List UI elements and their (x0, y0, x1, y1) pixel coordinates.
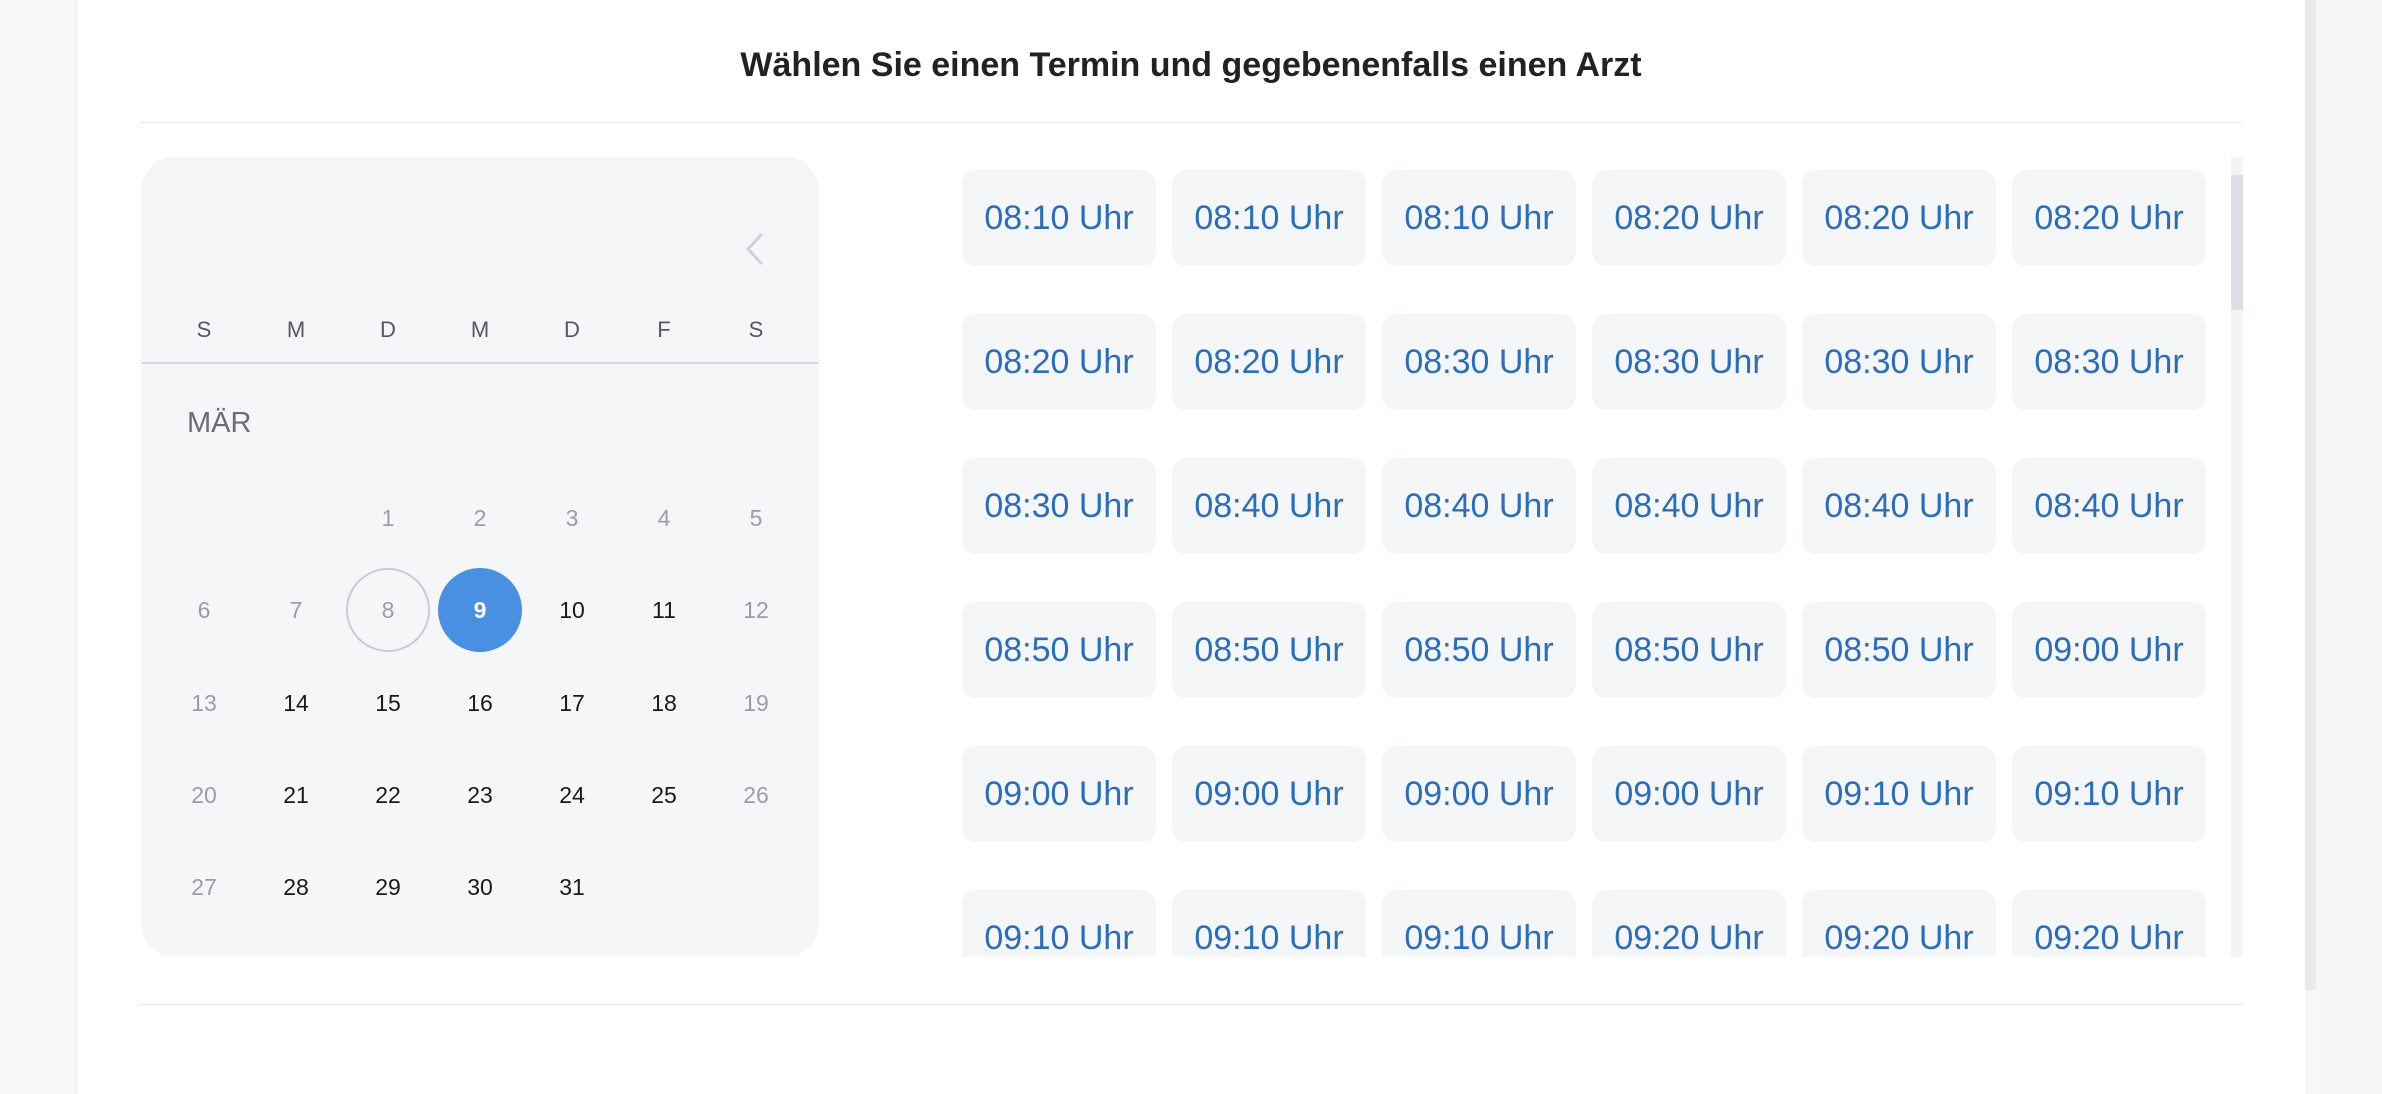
weekday-label: M (470, 317, 490, 342)
appointment-card: Wählen Sie einen Termin und gegebenenfal… (76, 0, 2305, 1094)
calendar-day[interactable]: 18 (622, 661, 706, 745)
time-slot-button[interactable]: 08:30 Uhr (1802, 314, 1996, 410)
time-slot-button[interactable]: 08:20 Uhr (1172, 314, 1366, 410)
calendar-day[interactable]: 17 (530, 661, 614, 745)
time-slot-button[interactable]: 08:50 Uhr (1592, 602, 1786, 698)
divider (140, 122, 2243, 123)
time-slot-button[interactable]: 09:20 Uhr (2012, 890, 2206, 957)
time-slot-button[interactable]: 09:10 Uhr (962, 890, 1156, 957)
time-slot-button[interactable]: 09:00 Uhr (962, 746, 1156, 842)
time-slot-button[interactable]: 08:10 Uhr (1172, 170, 1366, 266)
time-slot-button[interactable]: 09:20 Uhr (1592, 890, 1786, 957)
time-slot-button[interactable]: 08:20 Uhr (1592, 170, 1786, 266)
calendar-day[interactable]: 8 (346, 568, 430, 652)
weekday-label: F (657, 317, 671, 342)
calendar-day: 4 (657, 504, 671, 531)
calendar-day[interactable]: 24 (530, 753, 614, 837)
time-slot-button[interactable]: 08:30 Uhr (1382, 314, 1576, 410)
time-slot-button[interactable]: 09:10 Uhr (1172, 890, 1366, 957)
time-slot-button[interactable]: 08:40 Uhr (1592, 458, 1786, 554)
calendar-day[interactable]: 15 (346, 661, 430, 745)
page-scrollbar[interactable] (2304, 0, 2316, 990)
weekday-label: M (286, 317, 306, 342)
slot-list-scroll-thumb[interactable] (2231, 175, 2243, 310)
weekday-label: S (748, 317, 764, 342)
day-selected[interactable]: 9 (438, 568, 522, 652)
time-slot-button[interactable]: 09:00 Uhr (2012, 602, 2206, 698)
calendar-day: 7 (289, 596, 303, 623)
calendar-day[interactable]: 21 (254, 753, 338, 837)
time-slot-button[interactable]: 08:40 Uhr (1382, 458, 1576, 554)
time-slot-button[interactable]: 08:10 Uhr (962, 170, 1156, 266)
calendar-day[interactable]: 23 (438, 753, 522, 837)
calendar-day[interactable]: 10 (530, 568, 614, 652)
calendar-day[interactable]: 31 (530, 845, 614, 929)
time-slot-button[interactable]: 09:00 Uhr (1382, 746, 1576, 842)
time-slot-button[interactable]: 08:40 Uhr (1802, 458, 1996, 554)
calendar-day: 5 (749, 504, 763, 531)
time-slot-button[interactable]: 08:30 Uhr (2012, 314, 2206, 410)
time-slot-button[interactable]: 08:40 Uhr (2012, 458, 2206, 554)
time-slot-button[interactable]: 08:20 Uhr (2012, 170, 2206, 266)
divider (141, 362, 819, 364)
time-slot-list: 08:10 Uhr 08:10 Uhr 08:10 Uhr 08:20 Uhr 08:2… (883, 157, 2233, 957)
month-label: MÄR (187, 407, 252, 439)
weekday-label: D (380, 317, 396, 342)
calendar-day: 20 (191, 781, 217, 808)
calendar-day[interactable]: 16 (438, 661, 522, 745)
chevron-left-icon (746, 233, 763, 265)
calendar-day: 26 (743, 781, 769, 808)
time-slot-button[interactable]: 08:40 Uhr (1172, 458, 1366, 554)
weekday-label: S (196, 317, 212, 342)
time-slot-button[interactable]: 08:20 Uhr (1802, 170, 1996, 266)
calendar-day: 3 (565, 504, 579, 531)
time-slot-button[interactable]: 09:20 Uhr (1802, 890, 1996, 957)
calendar-day: 27 (191, 873, 217, 900)
time-slot-button[interactable]: 08:50 Uhr (1382, 602, 1576, 698)
time-slot-button[interactable]: 09:00 Uhr (1592, 746, 1786, 842)
time-slot-button[interactable]: 09:00 Uhr (1172, 746, 1366, 842)
time-slot-button[interactable]: 09:10 Uhr (1382, 890, 1576, 957)
weekday-header: SMDMDFS (141, 317, 819, 357)
date-picker: SMDMDFS MÄR 1 2 3 4 5 6 7 8 9 10 11 12 13 14 15 16 17 18 1… (141, 157, 819, 957)
calendar-day: 12 (743, 596, 769, 623)
calendar-day[interactable]: 25 (622, 753, 706, 837)
time-slot-button[interactable]: 08:30 Uhr (1592, 314, 1786, 410)
calendar-day: 1 (381, 504, 395, 531)
calendar-day: 2 (473, 504, 487, 531)
time-slot-button[interactable]: 08:30 Uhr (962, 458, 1156, 554)
calendar-day[interactable]: 30 (438, 845, 522, 929)
weekday-label: D (564, 317, 580, 342)
time-slot-button[interactable]: 08:50 Uhr (1172, 602, 1366, 698)
calendar-day[interactable]: 28 (254, 845, 338, 929)
prev-month-button[interactable] (735, 224, 775, 274)
time-slot-button[interactable]: 08:10 Uhr (1382, 170, 1576, 266)
calendar-day[interactable]: 14 (254, 661, 338, 745)
calendar-day: 19 (743, 689, 769, 716)
time-slot-button[interactable]: 08:50 Uhr (962, 602, 1156, 698)
calendar-day[interactable]: 29 (346, 845, 430, 929)
calendar-day: 13 (191, 689, 217, 716)
divider (140, 1004, 2243, 1005)
time-slot-button[interactable]: 08:20 Uhr (962, 314, 1156, 410)
page-title: Wählen Sie einen Termin und gegebenenfal… (740, 46, 1642, 84)
time-slot-button[interactable]: 09:10 Uhr (2012, 746, 2206, 842)
time-slot-button[interactable]: 08:50 Uhr (1802, 602, 1996, 698)
calendar-day[interactable]: 22 (346, 753, 430, 837)
page-background (2316, 0, 2382, 1094)
calendar-day[interactable]: 11 (622, 568, 706, 652)
time-slot-button[interactable]: 09:10 Uhr (1802, 746, 1996, 842)
next-month-button[interactable] (817, 224, 819, 274)
calendar-day: 6 (197, 596, 211, 623)
